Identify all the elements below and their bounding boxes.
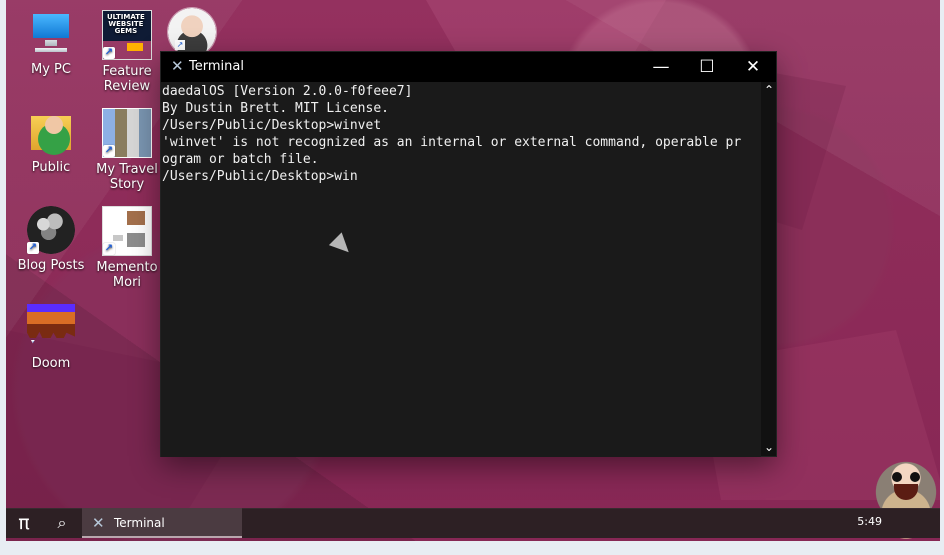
document-icon: ↗ — [102, 206, 152, 256]
desktop-icon-label: Feature — [102, 64, 152, 79]
mascot-mouth — [894, 484, 918, 500]
shortcut-arrow-icon: ↗ — [103, 47, 115, 59]
desktop-icon-doom[interactable]: ↗ Doom — [16, 304, 86, 371]
desktop-icon-my-travel-story[interactable]: ↗ My Travel Story — [92, 108, 162, 192]
terminal-line: /Users/Public/Desktop>winvet — [162, 118, 382, 133]
scroll-down-icon[interactable]: ⌄ — [764, 441, 774, 453]
shortcut-arrow-icon: ↗ — [103, 145, 115, 157]
desktop-icon-label: Memento — [96, 260, 158, 275]
desktop-icon-label: My Travel — [96, 162, 158, 177]
terminal-output[interactable]: daedalOS [Version 2.0.0-f0feee7] By Dust… — [161, 82, 761, 457]
desktop-icon-label: My PC — [31, 62, 71, 77]
desktop-icon-label: Doom — [31, 356, 71, 371]
taskbar: π ⌕ ✕ Terminal 5:49 — [6, 508, 940, 538]
shortcut-arrow-icon: ↗ — [175, 40, 185, 50]
terminal-line: 'winvet' is not recognized as an interna… — [162, 135, 742, 150]
computer-icon — [27, 10, 75, 58]
search-button[interactable]: ⌕ — [44, 508, 80, 538]
desktop-icon-memento-mori[interactable]: ↗ Memento Mori — [92, 206, 162, 290]
terminal-line: By Dustin Brett. MIT License. — [162, 101, 389, 116]
folder-user-icon — [27, 108, 75, 156]
desktop-icon-label: Review — [103, 79, 151, 94]
feature-review-icon: ↗ — [102, 10, 152, 60]
desktop-background: ↗ My PC ↗ Feature Review Public ↗ My Tra… — [6, 0, 940, 541]
desktop-icon-label: Mori — [112, 275, 142, 290]
start-button[interactable]: π — [6, 508, 42, 538]
shortcut-arrow-icon: ↗ — [27, 242, 39, 254]
taskbar-clock[interactable]: 5:49 — [857, 515, 882, 528]
scroll-up-icon[interactable]: ⌃ — [764, 84, 774, 96]
window-titlebar[interactable]: ✕ Terminal — ☐ ✕ — [161, 52, 776, 82]
close-button[interactable]: ✕ — [730, 52, 776, 82]
desktop-icon-label: Public — [31, 160, 71, 175]
maximize-button[interactable]: ☐ — [684, 52, 730, 82]
desktop-icon-label: Blog Posts — [17, 258, 85, 273]
doom-icon: ↗ — [27, 304, 75, 351]
terminal-line: daedalOS [Version 2.0.0-f0feee7] — [162, 84, 413, 99]
desktop-icon-grid: My PC ↗ Feature Review Public ↗ My Trave… — [16, 10, 166, 371]
terminal-scrollbar[interactable]: ⌃ ⌄ — [761, 82, 776, 456]
shortcut-arrow-icon: ↗ — [27, 340, 39, 351]
window-frame-bottom — [0, 541, 944, 555]
terminal-app-icon: ✕ — [92, 514, 105, 532]
travel-story-icon: ↗ — [102, 108, 152, 158]
minimize-button[interactable]: — — [638, 52, 684, 82]
desktop-icon-my-pc[interactable]: My PC — [16, 10, 86, 77]
terminal-line: /Users/Public/Desktop>win — [162, 169, 358, 184]
shortcut-arrow-icon: ↗ — [103, 243, 115, 255]
taskbar-item-label: Terminal — [114, 516, 165, 530]
desktop-icon-feature-review[interactable]: ↗ Feature Review — [92, 10, 162, 94]
taskbar-item-terminal[interactable]: ✕ Terminal — [82, 508, 242, 538]
terminal-window[interactable]: ✕ Terminal — ☐ ✕ daedalOS [Version 2.0.0… — [161, 52, 776, 457]
desktop-icon-public[interactable]: Public — [16, 108, 86, 175]
brain-icon: ↗ — [27, 206, 75, 254]
terminal-app-icon: ✕ — [171, 57, 184, 75]
window-frame-right — [940, 0, 944, 555]
terminal-line: ogram or batch file. — [162, 152, 319, 167]
desktop-icon-label: Story — [109, 177, 145, 192]
window-title: Terminal — [189, 59, 244, 74]
desktop-icon-blog-posts[interactable]: ↗ Blog Posts — [16, 206, 86, 273]
mouse-cursor-icon — [328, 232, 356, 259]
